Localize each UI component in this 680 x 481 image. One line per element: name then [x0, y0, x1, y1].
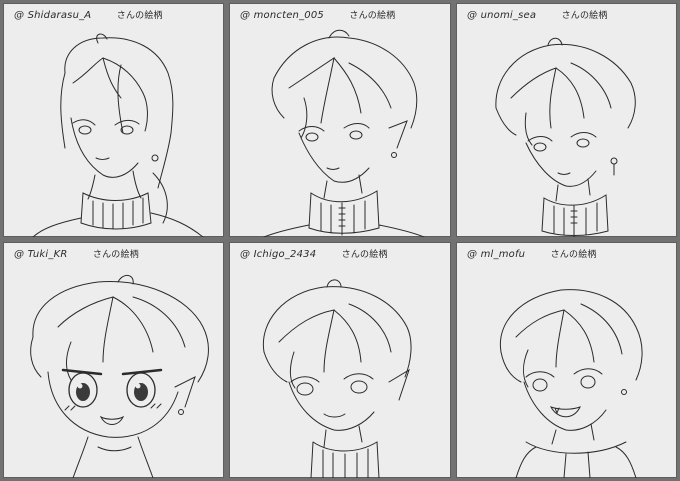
portrait-panel-4: @ Tuki_KR さんの絵柄: [3, 242, 224, 478]
portrait-sheet: @ Shidarasu_A さんの絵柄 @ moncten_005 さんの絵柄 …: [0, 0, 680, 481]
sketch-portrait-illustration: [262, 279, 412, 478]
portrait-panel-5: @ Ichigo_2434 さんの絵柄: [229, 242, 451, 478]
portrait-panel-1: @ Shidarasu_A さんの絵柄: [3, 3, 224, 237]
sketch-portrait-illustration: [495, 37, 636, 237]
portrait-panel-2: @ moncten_005 さんの絵柄: [229, 3, 451, 237]
sketch-portrait-illustration: [263, 29, 425, 237]
sketch-portrait-illustration: [499, 289, 643, 478]
portrait-panel-3: @ unomi_sea さんの絵柄: [456, 3, 677, 237]
portrait-panel-6: @ ml_mofu さんの絵柄: [456, 242, 677, 478]
sketch-portrait-chibi-illustration: [30, 275, 209, 478]
sketch-portrait-illustration: [32, 33, 204, 237]
